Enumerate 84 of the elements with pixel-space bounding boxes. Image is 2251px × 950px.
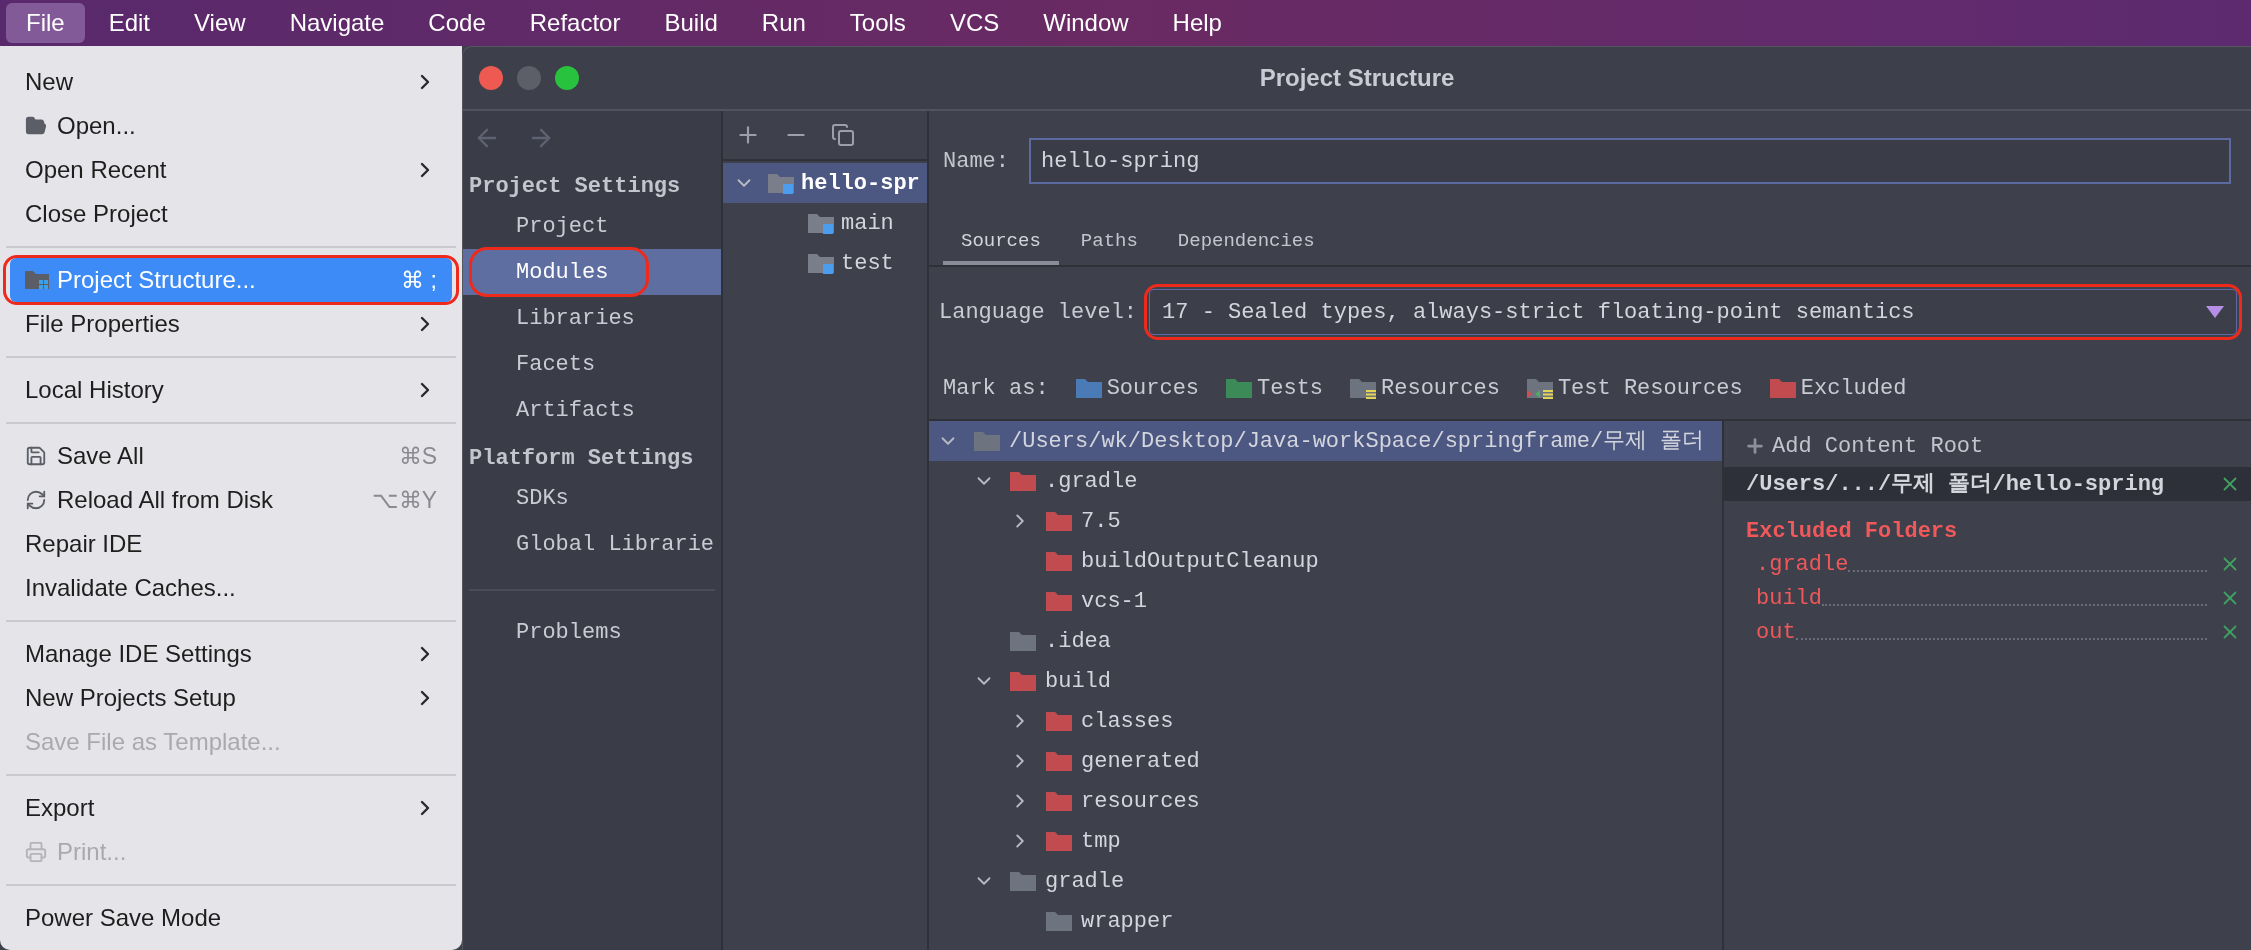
- tree-row[interactable]: wrapper: [929, 901, 1722, 941]
- excluded-folder: .gradle: [1756, 550, 1849, 579]
- folder-open-icon: [25, 115, 47, 137]
- menu-bar-item[interactable]: Navigate: [269, 3, 405, 43]
- menu-item[interactable]: Local History: [10, 368, 452, 412]
- menu-item[interactable]: Invalidate Caches...: [10, 566, 452, 610]
- tree-row[interactable]: resources: [929, 781, 1722, 821]
- name-field[interactable]: hello-spring: [1029, 138, 2231, 184]
- sidebar-item[interactable]: Project: [463, 203, 721, 249]
- section-heading: Project Settings: [468, 173, 682, 201]
- menu-item[interactable]: Manage IDE Settings: [10, 632, 452, 676]
- tree-row[interactable]: /Users/wk/Desktop/Java-workSpace/springframe/무제 폴더: [929, 421, 1722, 461]
- menu-item[interactable]: New: [10, 60, 452, 104]
- content-root-row[interactable]: /Users/.../무제 폴더/hello-spring: [1724, 467, 2251, 501]
- reload-icon: [25, 489, 47, 511]
- tree-row[interactable]: buildOutputCleanup: [929, 541, 1722, 581]
- tree-row[interactable]: vcs-1: [929, 581, 1722, 621]
- sidebar-item[interactable]: SDKs: [463, 475, 721, 521]
- folder-icon: [807, 252, 835, 274]
- excluded-heading: Excluded Folders: [1745, 517, 1959, 546]
- dropdown-arrow-icon: [2206, 306, 2224, 318]
- tab[interactable]: Paths: [1062, 221, 1156, 265]
- mark-as-option[interactable]: Tests: [1225, 371, 1324, 405]
- language-level-label: Language level:: [939, 298, 1138, 327]
- name-label: Name:: [943, 147, 1009, 176]
- printer-icon: [25, 841, 47, 863]
- tree-row[interactable]: gradle: [929, 861, 1722, 901]
- mark-as-option[interactable]: Sources: [1074, 371, 1200, 405]
- menu-bar-item[interactable]: Tools: [829, 3, 926, 43]
- copy-icon[interactable]: [831, 123, 855, 147]
- menu-bar-item[interactable]: File: [6, 3, 85, 43]
- menu-bar-item[interactable]: View: [174, 3, 266, 43]
- window-title: Project Structure: [1259, 63, 1455, 93]
- folder-icon: [767, 172, 795, 194]
- sidebar-item[interactable]: Libraries: [463, 295, 721, 341]
- menu-item[interactable]: File Properties: [10, 302, 452, 346]
- folder-icon: [807, 212, 835, 234]
- menu-bar-item[interactable]: Refactor: [509, 3, 641, 43]
- mark-as-option[interactable]: Test Resources: [1525, 371, 1743, 405]
- menu-item[interactable]: Export: [10, 786, 452, 830]
- sidebar-item[interactable]: Global Librarie: [463, 521, 721, 567]
- menu-item[interactable]: Reload All from Disk ⌥⌘Y: [10, 478, 452, 522]
- tab[interactable]: Dependencies: [1159, 221, 1333, 265]
- menu-item[interactable]: Repair IDE: [10, 522, 452, 566]
- module-row[interactable]: test: [723, 243, 927, 283]
- menu-item[interactable]: Power Save Mode: [10, 896, 452, 940]
- tree-row[interactable]: tmp: [929, 821, 1722, 861]
- mark-as-label: Mark as:: [943, 374, 1049, 403]
- module-row[interactable]: main: [723, 203, 927, 243]
- tree-row[interactable]: .idea: [929, 621, 1722, 661]
- close-window-icon[interactable]: [479, 66, 503, 90]
- mark-as-option[interactable]: Resources: [1349, 371, 1500, 405]
- excluded-folder: build: [1756, 584, 1822, 613]
- language-level-dropdown[interactable]: 17 - Sealed types, always-strict floating-point semantics: [1149, 289, 2237, 335]
- menu-item[interactable]: Save All ⌘S: [10, 434, 452, 478]
- menu-item[interactable]: Close Project: [10, 192, 452, 236]
- sidebar-item[interactable]: Modules: [463, 249, 721, 295]
- menu-bar-item[interactable]: Run: [741, 3, 826, 43]
- plus-icon: [1744, 435, 1766, 457]
- mark-as-option[interactable]: Excluded: [1768, 371, 1907, 405]
- menu-item[interactable]: Open...: [10, 104, 452, 148]
- folder-icon: [25, 270, 49, 290]
- zoom-window-icon[interactable]: [555, 66, 579, 90]
- menu-bar-item[interactable]: Edit: [88, 3, 171, 43]
- menu-item[interactable]: New Projects Setup: [10, 676, 452, 720]
- menu-bar-item[interactable]: Code: [408, 3, 506, 43]
- module-row[interactable]: hello-spr: [723, 163, 927, 203]
- menu-bar-item[interactable]: Build: [644, 3, 738, 43]
- tree-row[interactable]: 7.5: [929, 501, 1722, 541]
- excluded-folder: out: [1756, 618, 1796, 647]
- tree-row[interactable]: generated: [929, 741, 1722, 781]
- sidebar-item[interactable]: Problems: [469, 609, 715, 655]
- tree-row[interactable]: build: [929, 661, 1722, 701]
- menu-bar-item[interactable]: Help: [1152, 3, 1242, 43]
- menu-bar-item[interactable]: VCS: [929, 3, 1020, 43]
- sidebar-item[interactable]: Artifacts: [463, 387, 721, 433]
- menu-bar-item[interactable]: Window: [1023, 3, 1149, 43]
- section-heading: Platform Settings: [468, 445, 695, 473]
- tree-row[interactable]: classes: [929, 701, 1722, 741]
- tab[interactable]: Sources: [943, 221, 1059, 265]
- sidebar-item[interactable]: Facets: [463, 341, 721, 387]
- add-content-root-button[interactable]: Add Content Root: [1724, 425, 2251, 467]
- tree-row[interactable]: .gradle: [929, 461, 1722, 501]
- menu-item[interactable]: Open Recent: [10, 148, 452, 192]
